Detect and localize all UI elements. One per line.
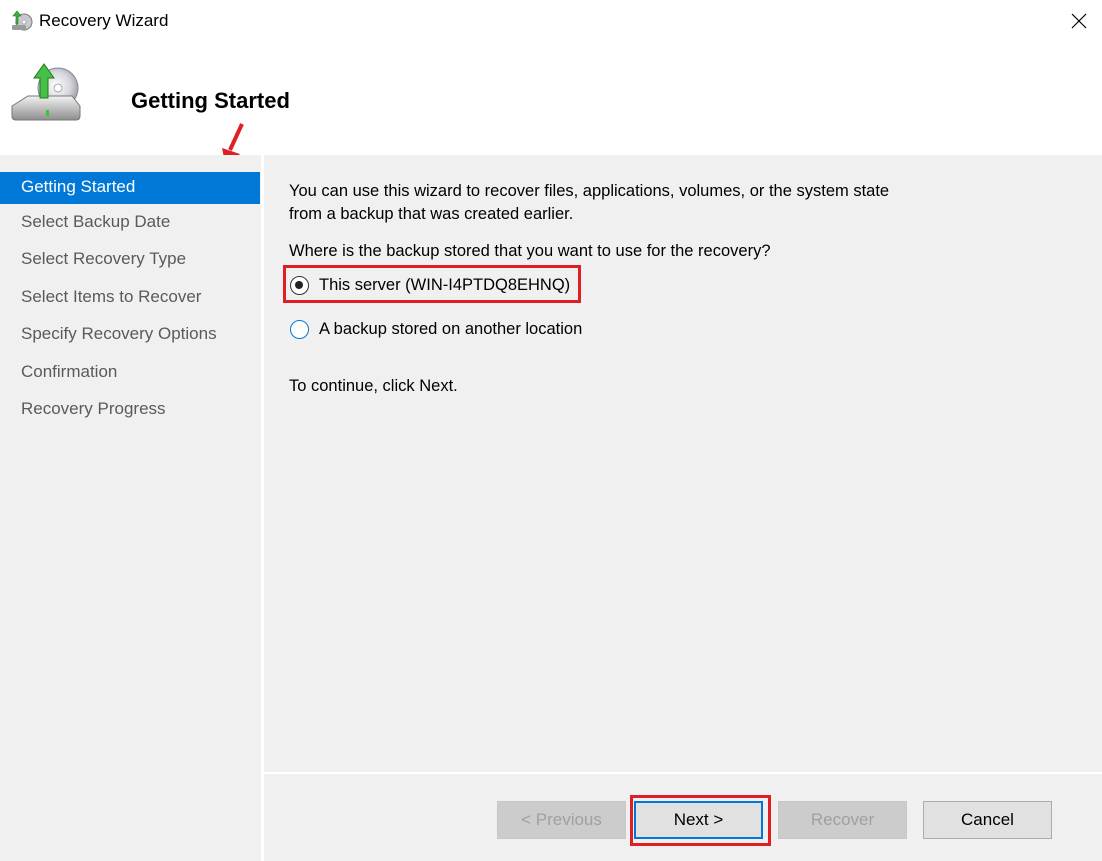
nav-step-recovery-progress[interactable]: Recovery Progress (0, 394, 260, 426)
nav-step-select-items[interactable]: Select Items to Recover (0, 282, 260, 314)
continue-instruction: To continue, click Next. (289, 377, 458, 395)
previous-button[interactable]: < Previous (497, 801, 626, 839)
nav-step-label: Getting Started (21, 177, 136, 196)
wizard-steps-nav: Getting Started Select Backup Date Selec… (0, 155, 261, 861)
close-icon (1071, 13, 1087, 29)
title-bar: Recovery Wizard (0, 0, 1102, 42)
cancel-button[interactable]: Cancel (923, 801, 1052, 839)
nav-step-select-backup-date[interactable]: Select Backup Date (0, 207, 260, 239)
page-title: Getting Started (131, 88, 290, 113)
nav-step-label: Select Backup Date (21, 212, 171, 231)
nav-step-label: Select Recovery Type (21, 249, 187, 268)
backup-location-question: Where is the backup stored that you want… (289, 242, 771, 260)
nav-step-getting-started[interactable]: Getting Started (0, 172, 260, 204)
nav-step-recovery-options[interactable]: Specify Recovery Options (0, 319, 260, 351)
option-label: This server (WIN-I4PTDQ8EHNQ) (319, 275, 571, 294)
option-label: A backup stored on another location (319, 319, 583, 338)
wizard-header: Getting Started (0, 42, 1102, 155)
recovery-wizard-icon (12, 10, 33, 31)
radio-button-checked[interactable] (290, 275, 309, 295)
radio-button-unchecked[interactable] (290, 319, 309, 339)
intro-text-line-1: You can use this wizard to recover files… (289, 182, 890, 200)
next-button[interactable]: Next > (634, 801, 763, 839)
recover-button[interactable]: Recover (778, 801, 907, 839)
nav-step-label: Confirmation (21, 362, 118, 381)
nav-step-label: Select Items to Recover (21, 287, 202, 306)
backup-drive-restore-icon (11, 63, 81, 121)
nav-step-confirmation[interactable]: Confirmation (0, 357, 260, 389)
nav-step-select-recovery-type[interactable]: Select Recovery Type (0, 244, 260, 276)
close-button[interactable] (1056, 0, 1102, 42)
window-title: Recovery Wizard (39, 11, 169, 30)
nav-step-label: Specify Recovery Options (21, 324, 217, 343)
option-this-server[interactable]: This server (WIN-I4PTDQ8EHNQ) (290, 273, 570, 297)
option-another-location[interactable]: A backup stored on another location (290, 317, 582, 341)
intro-text-line-2: from a backup that was created earlier. (289, 205, 574, 223)
nav-step-label: Recovery Progress (21, 399, 166, 418)
